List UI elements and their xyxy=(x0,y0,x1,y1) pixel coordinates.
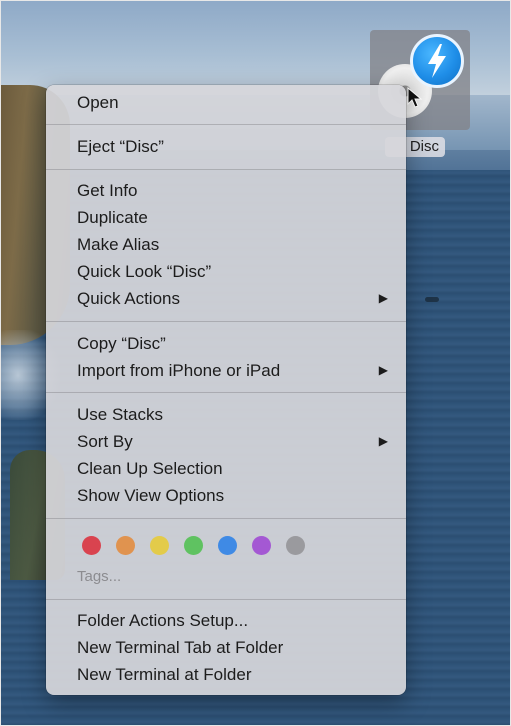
lightning-badge-icon xyxy=(410,34,464,88)
menu-item-label: Quick Actions xyxy=(77,289,180,308)
distant-rock xyxy=(425,297,439,302)
menu-item-label: Import from iPhone or iPad xyxy=(77,361,281,380)
menu-separator xyxy=(46,169,406,170)
menu-item-duplicate[interactable]: Duplicate xyxy=(46,204,406,231)
context-menu: Open Eject “Disc” Get Info Duplicate Mak… xyxy=(46,85,406,695)
tag-gray-dot[interactable] xyxy=(286,536,305,555)
menu-item-copy[interactable]: Copy “Disc” xyxy=(46,330,406,357)
desktop: Disc Open Eject “Disc” Get Info Duplicat… xyxy=(0,0,511,726)
menu-item-label: Get Info xyxy=(77,181,138,200)
menu-item-label: Open xyxy=(77,93,119,112)
menu-item-label: New Terminal at Folder xyxy=(77,665,252,684)
submenu-arrow-icon: ▶ xyxy=(378,434,388,448)
menu-item-import[interactable]: Import from iPhone or iPad ▶ xyxy=(46,357,406,384)
menu-separator xyxy=(46,518,406,519)
menu-item-label: Folder Actions Setup... xyxy=(77,611,249,630)
menu-item-label: New Terminal Tab at Folder xyxy=(77,638,284,657)
menu-item-eject[interactable]: Eject “Disc” xyxy=(46,133,406,160)
menu-item-new-terminal-tab[interactable]: New Terminal Tab at Folder xyxy=(46,634,406,661)
menu-item-get-info[interactable]: Get Info xyxy=(46,177,406,204)
menu-item-label: Quick Look “Disc” xyxy=(77,262,212,281)
menu-item-open[interactable]: Open xyxy=(46,89,406,116)
menu-item-folder-actions[interactable]: Folder Actions Setup... xyxy=(46,607,406,634)
tag-green-dot[interactable] xyxy=(184,536,203,555)
menu-item-label: Duplicate xyxy=(77,208,148,227)
menu-item-quick-look[interactable]: Quick Look “Disc” xyxy=(46,258,406,285)
menu-item-new-terminal[interactable]: New Terminal at Folder xyxy=(46,661,406,688)
menu-item-show-view-options[interactable]: Show View Options xyxy=(46,482,406,509)
menu-item-quick-actions[interactable]: Quick Actions ▶ xyxy=(46,285,406,312)
tag-yellow-dot[interactable] xyxy=(150,536,169,555)
menu-item-make-alias[interactable]: Make Alias xyxy=(46,231,406,258)
menu-item-label: Make Alias xyxy=(77,235,160,254)
submenu-arrow-icon: ▶ xyxy=(378,363,388,377)
menu-item-use-stacks[interactable]: Use Stacks xyxy=(46,401,406,428)
submenu-arrow-icon: ▶ xyxy=(378,291,388,305)
menu-item-label: Show View Options xyxy=(77,486,225,505)
menu-item-label: Use Stacks xyxy=(77,405,163,424)
tag-purple-dot[interactable] xyxy=(252,536,271,555)
menu-item-label: Sort By xyxy=(77,432,133,451)
tag-red-dot[interactable] xyxy=(82,536,101,555)
tag-blue-dot[interactable] xyxy=(218,536,237,555)
mouse-cursor-icon xyxy=(407,87,423,108)
tag-orange-dot[interactable] xyxy=(116,536,135,555)
tags-menu-item[interactable]: Tags... xyxy=(77,565,121,589)
menu-item-clean-up[interactable]: Clean Up Selection xyxy=(46,455,406,482)
menu-separator xyxy=(46,124,406,125)
menu-item-label: Eject “Disc” xyxy=(77,137,164,156)
menu-separator xyxy=(46,321,406,322)
menu-separator xyxy=(46,392,406,393)
menu-item-sort-by[interactable]: Sort By ▶ xyxy=(46,428,406,455)
menu-separator xyxy=(46,599,406,600)
menu-item-label: Copy “Disc” xyxy=(77,334,166,353)
menu-item-label: Clean Up Selection xyxy=(77,459,223,478)
